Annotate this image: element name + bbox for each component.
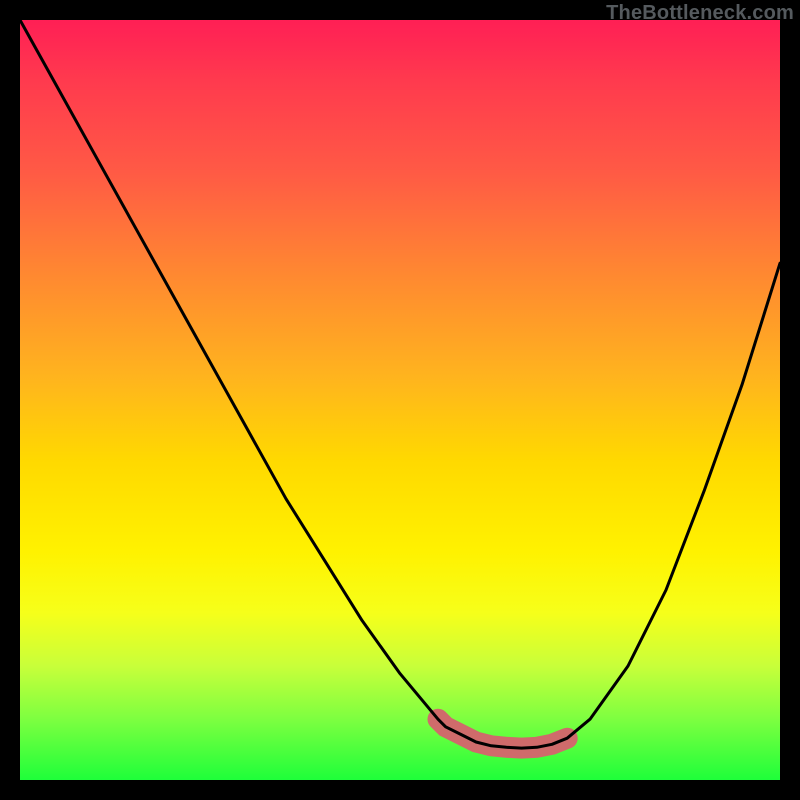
main-curve-path — [20, 20, 780, 748]
chart-svg — [20, 20, 780, 780]
chart-stage: TheBottleneck.com — [0, 0, 800, 800]
chart-plot-area — [20, 20, 780, 780]
